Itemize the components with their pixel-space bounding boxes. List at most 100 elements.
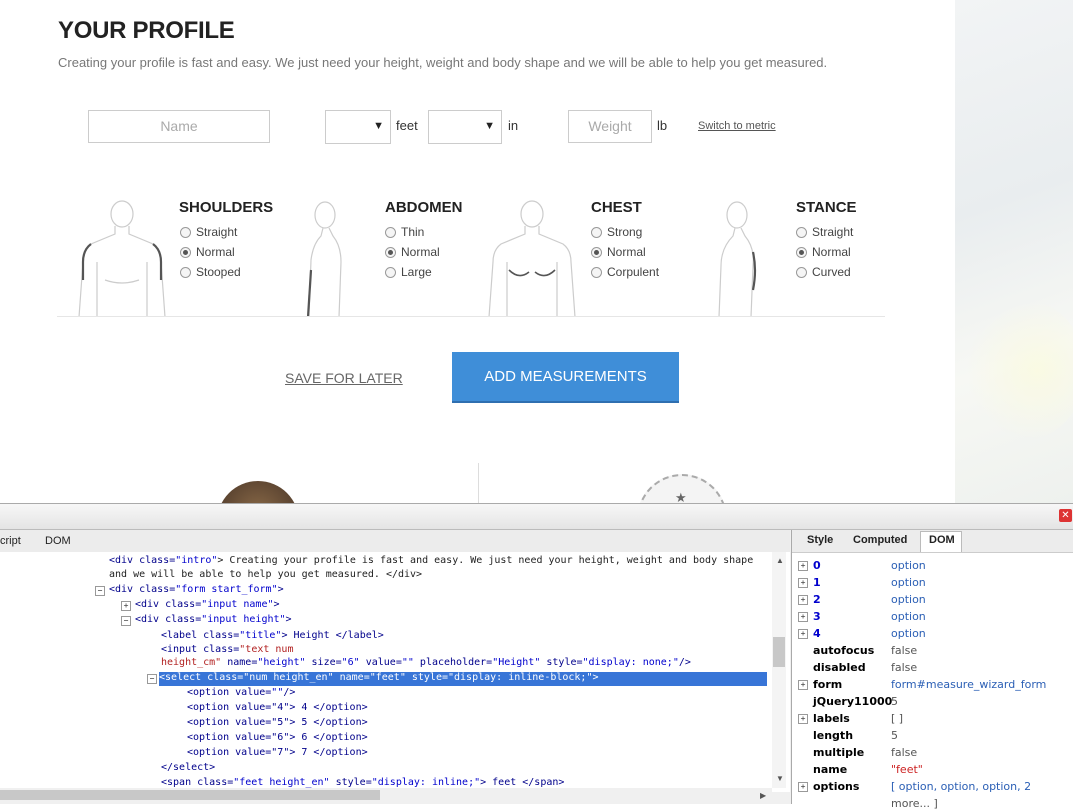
code-line[interactable]: <span class="feet height_en" style="disp… bbox=[161, 777, 564, 788]
dom-prop-name: form bbox=[813, 678, 843, 691]
name-input[interactable]: Name bbox=[88, 110, 270, 143]
vertical-scrollbar[interactable] bbox=[772, 552, 786, 788]
code-line[interactable]: <div class="form start_form"> bbox=[109, 584, 284, 595]
collapse-toggle-icon[interactable]: − bbox=[147, 674, 157, 684]
radio-icon bbox=[591, 226, 602, 238]
expand-toggle-icon[interactable]: + bbox=[798, 595, 808, 605]
dom-prop-name: 0 bbox=[813, 559, 821, 572]
section-divider bbox=[57, 316, 885, 317]
background-panel bbox=[955, 0, 1073, 503]
dom-prop-value: false bbox=[891, 746, 918, 759]
dom-prop-value: 5 bbox=[891, 695, 898, 708]
code-line[interactable]: <option value="7"> 7 </option> bbox=[187, 747, 368, 758]
dom-prop-name: 1 bbox=[813, 576, 821, 589]
expand-toggle-icon[interactable]: + bbox=[798, 612, 808, 622]
name-placeholder: Name bbox=[160, 118, 198, 134]
radio-icon bbox=[796, 266, 807, 278]
chest-option-strong[interactable]: Strong bbox=[591, 225, 642, 239]
scroll-up-icon[interactable]: ▲ bbox=[776, 556, 784, 565]
code-line[interactable]: <label class="title"> Height </label> bbox=[161, 630, 384, 641]
radio-icon bbox=[591, 266, 602, 278]
tab-dom[interactable]: DOM bbox=[45, 535, 71, 547]
expand-toggle-icon[interactable]: + bbox=[798, 561, 808, 571]
abdomen-option-large[interactable]: Large bbox=[385, 265, 432, 279]
code-line[interactable]: height_cm" name="height" size="6" value=… bbox=[161, 657, 691, 668]
code-line[interactable]: </select> bbox=[161, 762, 215, 773]
chevron-down-icon: ▼ bbox=[373, 120, 384, 132]
close-icon[interactable]: ✕ bbox=[1059, 509, 1072, 522]
stance-title: STANCE bbox=[796, 199, 857, 216]
scrollbar-thumb[interactable] bbox=[773, 637, 785, 667]
dom-prop-value: "feet" bbox=[891, 763, 923, 776]
shoulders-option-stooped[interactable]: Stooped bbox=[180, 265, 241, 279]
star-icon: ★ bbox=[675, 490, 687, 503]
expand-toggle-icon[interactable]: + bbox=[798, 714, 808, 724]
stance-option-curved[interactable]: Curved bbox=[796, 265, 851, 279]
dom-prop-value: option bbox=[891, 559, 926, 572]
feet-select[interactable]: ▼ bbox=[325, 110, 391, 144]
dom-prop-name: 2 bbox=[813, 593, 821, 606]
code-line[interactable]: <option value=""/> bbox=[187, 687, 295, 698]
dom-prop-name: labels bbox=[813, 712, 850, 725]
expand-toggle-icon[interactable]: + bbox=[798, 578, 808, 588]
dom-prop-value: option bbox=[891, 627, 926, 640]
stance-option-straight[interactable]: Straight bbox=[796, 225, 853, 239]
abdomen-option-thin[interactable]: Thin bbox=[385, 225, 424, 239]
scrollbar-thumb[interactable] bbox=[0, 790, 380, 800]
collapse-toggle-icon[interactable]: − bbox=[121, 616, 131, 626]
dom-prop-name: autofocus bbox=[813, 644, 875, 657]
radio-checked-icon bbox=[591, 246, 602, 258]
shoulders-option-straight[interactable]: Straight bbox=[180, 225, 237, 239]
dom-prop-value: false bbox=[891, 661, 918, 674]
profile-page: YOUR PROFILE Creating your profile is fa… bbox=[0, 0, 1073, 503]
dom-prop-value: option bbox=[891, 593, 926, 606]
stance-option-normal[interactable]: Normal bbox=[796, 245, 851, 259]
code-line[interactable]: <option value="4"> 4 </option> bbox=[187, 702, 368, 713]
code-line[interactable]: <option value="5"> 5 </option> bbox=[187, 717, 368, 728]
shoulders-figure-icon bbox=[78, 200, 166, 317]
column-divider bbox=[478, 463, 479, 503]
dom-prop-value: more... ] bbox=[891, 797, 938, 810]
tab-script[interactable]: cript bbox=[0, 535, 21, 547]
dom-prop-value: option bbox=[891, 576, 926, 589]
expand-toggle-icon[interactable]: + bbox=[798, 629, 808, 639]
code-line[interactable]: <div class="input height"> bbox=[135, 614, 292, 625]
switch-to-metric-link[interactable]: Switch to metric bbox=[698, 120, 776, 132]
code-line[interactable]: <div class="input name"> bbox=[135, 599, 280, 610]
weight-input[interactable]: Weight bbox=[568, 110, 652, 143]
dom-prop-name: name bbox=[813, 763, 848, 776]
add-measurements-button[interactable]: ADD MEASUREMENTS bbox=[452, 352, 679, 403]
expand-toggle-icon[interactable]: + bbox=[121, 601, 131, 611]
tab-computed[interactable]: Computed bbox=[853, 534, 907, 546]
dom-prop-name: length bbox=[813, 729, 854, 742]
code-line[interactable]: <div class="intro"> Creating your profil… bbox=[109, 555, 753, 566]
selected-code-line[interactable]: <select class="num height_en" name="feet… bbox=[159, 672, 767, 686]
radio-icon bbox=[180, 226, 191, 238]
dom-prop-value: [ option, option, option, 2 bbox=[891, 780, 1032, 793]
dom-prop-name: 3 bbox=[813, 610, 821, 623]
dom-prop-name: options bbox=[813, 780, 860, 793]
save-for-later-link[interactable]: SAVE FOR LATER bbox=[285, 370, 403, 386]
scroll-right-icon[interactable]: ▶ bbox=[760, 791, 766, 800]
collapse-toggle-icon[interactable]: − bbox=[95, 586, 105, 596]
code-line[interactable]: <option value="6"> 6 </option> bbox=[187, 732, 368, 743]
abdomen-option-normal[interactable]: Normal bbox=[385, 245, 440, 259]
tab-style[interactable]: Style bbox=[807, 534, 833, 546]
scroll-down-icon[interactable]: ▼ bbox=[776, 774, 784, 783]
code-line[interactable]: and we will be able to help you get meas… bbox=[109, 569, 422, 580]
page-title: YOUR PROFILE bbox=[58, 17, 235, 44]
devtools-tabs: cript DOM bbox=[0, 530, 790, 553]
tab-dom-props[interactable]: DOM bbox=[929, 534, 955, 546]
chest-option-normal[interactable]: Normal bbox=[591, 245, 646, 259]
expand-toggle-icon[interactable]: + bbox=[798, 782, 808, 792]
code-line[interactable]: <input class="text num bbox=[161, 644, 293, 655]
shoulders-option-normal[interactable]: Normal bbox=[180, 245, 235, 259]
radio-icon bbox=[796, 226, 807, 238]
weight-placeholder: Weight bbox=[588, 118, 632, 134]
radio-checked-icon bbox=[796, 246, 807, 258]
chest-option-corpulent[interactable]: Corpulent bbox=[591, 265, 659, 279]
feet-unit-label: feet bbox=[396, 118, 418, 133]
dom-prop-value: option bbox=[891, 610, 926, 623]
inch-select[interactable]: ▼ bbox=[428, 110, 502, 144]
expand-toggle-icon[interactable]: + bbox=[798, 680, 808, 690]
